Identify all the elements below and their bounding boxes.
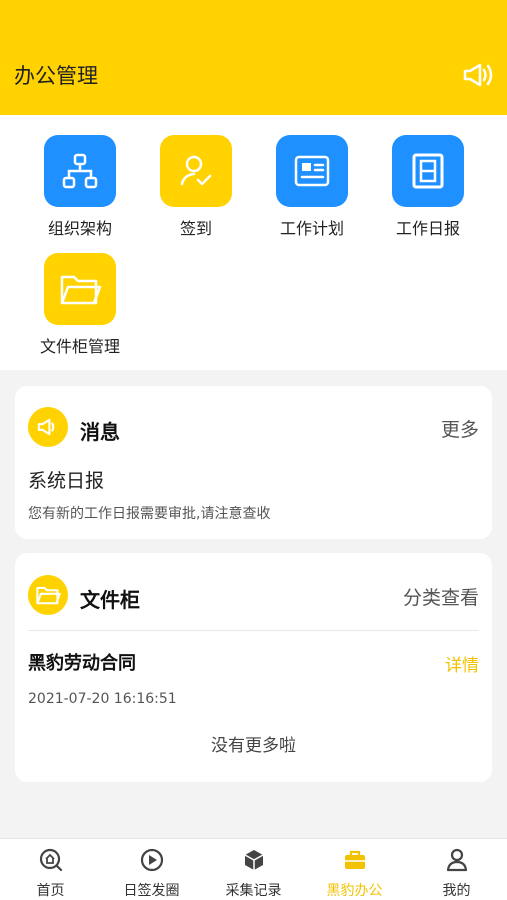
message-megaphone-icon bbox=[28, 407, 68, 447]
message-item-title: 系统日报 bbox=[28, 470, 105, 492]
file-cabinet-title: 文件柜 bbox=[80, 588, 140, 612]
grid-item-daily-report[interactable]: 工作日报 bbox=[378, 135, 478, 239]
tab-daily-sign-share[interactable]: 日签发圈 bbox=[101, 839, 202, 900]
grid-item-label: 工作计划 bbox=[279, 219, 344, 238]
tab-mine[interactable]: 我的 bbox=[406, 839, 507, 900]
message-more-link[interactable]: 更多 bbox=[441, 415, 479, 442]
page-title: 办公管理 bbox=[14, 64, 98, 88]
grid-item-label: 工作日报 bbox=[395, 219, 460, 238]
file-item-title: 黑豹劳动合同 bbox=[28, 653, 136, 674]
tab-label: 采集记录 bbox=[225, 883, 282, 899]
file-detail-button[interactable]: 详情 bbox=[445, 651, 479, 676]
file-item[interactable]: 黑豹劳动合同 详情 2021-07-20 16:16:51 bbox=[28, 649, 479, 715]
file-cabinet-card: 文件柜 分类查看 黑豹劳动合同 详情 2021-07-20 16:16:51 没… bbox=[15, 553, 492, 782]
grid-item-work-plan[interactable]: 工作计划 bbox=[262, 135, 362, 239]
daily-report-icon bbox=[392, 135, 464, 207]
grid-item-file-cabinet[interactable]: 文件柜管理 bbox=[30, 253, 130, 357]
message-title: 消息 bbox=[80, 420, 120, 444]
sign-in-icon bbox=[160, 135, 232, 207]
no-more-text: 没有更多啦 bbox=[211, 736, 296, 756]
file-cabinet-folder-icon bbox=[28, 575, 68, 615]
app-header: 办公管理 bbox=[0, 0, 507, 115]
tab-label: 我的 bbox=[442, 883, 471, 899]
category-view-link[interactable]: 分类查看 bbox=[403, 583, 479, 610]
message-item-desc: 您有新的工作日报需要审批,请注意查收 bbox=[28, 506, 271, 522]
box-icon bbox=[244, 850, 263, 870]
folder-icon bbox=[44, 253, 116, 325]
work-plan-icon bbox=[276, 135, 348, 207]
tab-home[interactable]: 首页 bbox=[0, 839, 101, 900]
message-card: 消息 更多 系统日报 您有新的工作日报需要审批,请注意查收 bbox=[15, 386, 492, 539]
briefcase-icon bbox=[344, 850, 365, 869]
tab-collection-records[interactable]: 采集记录 bbox=[203, 839, 304, 900]
home-icon bbox=[39, 848, 62, 872]
grid-item-org-structure[interactable]: 组织架构 bbox=[30, 135, 130, 239]
divider bbox=[28, 630, 479, 631]
grid-item-label: 签到 bbox=[179, 219, 212, 238]
function-grid: 组织架构 签到 工作计划 工作日报 文件柜管理 bbox=[0, 115, 507, 370]
grid-item-label: 文件柜管理 bbox=[39, 337, 120, 356]
tab-label: 日签发圈 bbox=[123, 883, 180, 899]
tab-label: 首页 bbox=[36, 883, 65, 899]
org-chart-icon bbox=[44, 135, 116, 207]
bottom-tab-bar: 首页 日签发圈 采集记录 黑豹办公 我的 bbox=[0, 838, 507, 900]
play-circle-icon bbox=[140, 848, 163, 872]
grid-item-sign-in[interactable]: 签到 bbox=[146, 135, 246, 239]
file-item-time: 2021-07-20 16:16:51 bbox=[28, 691, 177, 707]
tab-heibao-office[interactable]: 黑豹办公 bbox=[304, 839, 405, 900]
user-icon bbox=[446, 848, 467, 872]
announcement-icon[interactable] bbox=[461, 60, 495, 90]
message-item[interactable]: 系统日报 您有新的工作日报需要审批,请注意查收 bbox=[28, 466, 478, 526]
tab-label: 黑豹办公 bbox=[326, 883, 383, 899]
grid-item-label: 组织架构 bbox=[47, 219, 112, 238]
